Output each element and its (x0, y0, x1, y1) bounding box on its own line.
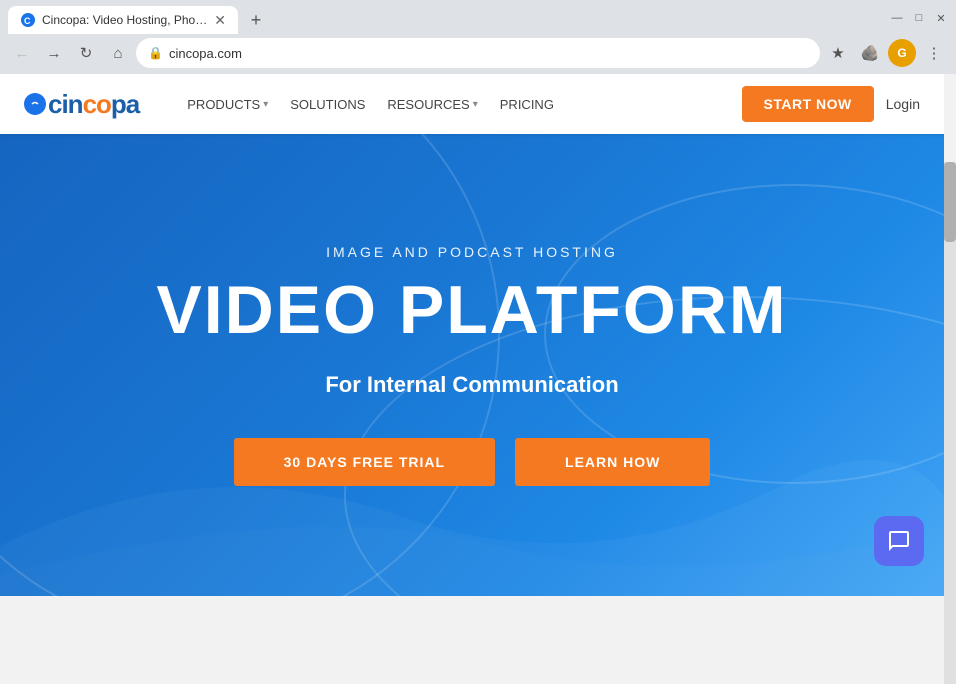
address-bar[interactable]: 🔒 cincopa.com (136, 38, 820, 68)
navbar-actions: START NOW Login (742, 86, 921, 122)
nav-solutions[interactable]: SOLUTIONS (282, 93, 373, 116)
start-now-button[interactable]: START NOW (742, 86, 874, 122)
extensions-button[interactable]: 🪨 (856, 39, 884, 67)
hero-subtitle: IMAGE AND PODCAST HOSTING (156, 244, 787, 260)
forward-button[interactable]: → (40, 39, 68, 67)
tab-favicon: C (20, 12, 36, 28)
login-button[interactable]: Login (886, 96, 920, 112)
maximize-button[interactable]: □ (912, 11, 926, 25)
tab-label: Cincopa: Video Hosting, Photo G (42, 13, 208, 27)
menu-button[interactable]: ⋮ (920, 39, 948, 67)
new-tab-button[interactable]: + (242, 6, 270, 34)
chevron-down-icon: ▾ (473, 99, 478, 110)
nav-links: PRODUCTS ▾ SOLUTIONS RESOURCES ▾ PRICING (179, 93, 741, 116)
hero-section: IMAGE AND PODCAST HOSTING VIDEO PLATFORM… (0, 134, 944, 596)
bookmark-button[interactable]: ★ (824, 39, 852, 67)
browser-tab[interactable]: C Cincopa: Video Hosting, Photo G ✕ (8, 6, 238, 34)
logo-icon (24, 93, 46, 115)
lock-icon: 🔒 (148, 46, 163, 60)
website-content: cincopa PRODUCTS ▾ SOLUTIONS RESOURCES ▾… (0, 74, 944, 596)
free-trial-button[interactable]: 30 DAYS FREE TRIAL (234, 438, 495, 486)
chevron-down-icon: ▾ (263, 99, 268, 110)
chat-button[interactable] (874, 516, 924, 566)
close-button[interactable]: ✕ (934, 11, 948, 25)
chat-icon (887, 529, 911, 553)
hero-buttons: 30 DAYS FREE TRIAL LEARN HOW (156, 438, 787, 486)
hero-title: VIDEO PLATFORM (156, 276, 787, 344)
home-button[interactable]: ⌂ (104, 39, 132, 67)
scrollbar[interactable] (944, 162, 956, 684)
nav-resources[interactable]: RESOURCES ▾ (379, 93, 485, 116)
learn-how-button[interactable]: LEARN HOW (515, 438, 710, 486)
refresh-button[interactable]: ↻ (72, 39, 100, 67)
profile-button[interactable]: G (888, 39, 916, 67)
nav-products[interactable]: PRODUCTS ▾ (179, 93, 276, 116)
hero-description: For Internal Communication (156, 372, 787, 398)
minimize-button[interactable]: — (890, 11, 904, 25)
back-button[interactable]: ← (8, 39, 36, 67)
tab-close-button[interactable]: ✕ (214, 13, 226, 27)
logo[interactable]: cincopa (24, 89, 139, 120)
url-text: cincopa.com (169, 46, 808, 61)
svg-text:C: C (24, 16, 31, 26)
scrollbar-thumb[interactable] (944, 162, 956, 242)
navbar: cincopa PRODUCTS ▾ SOLUTIONS RESOURCES ▾… (0, 74, 944, 134)
hero-content: IMAGE AND PODCAST HOSTING VIDEO PLATFORM… (136, 244, 807, 486)
nav-pricing[interactable]: PRICING (492, 93, 562, 116)
